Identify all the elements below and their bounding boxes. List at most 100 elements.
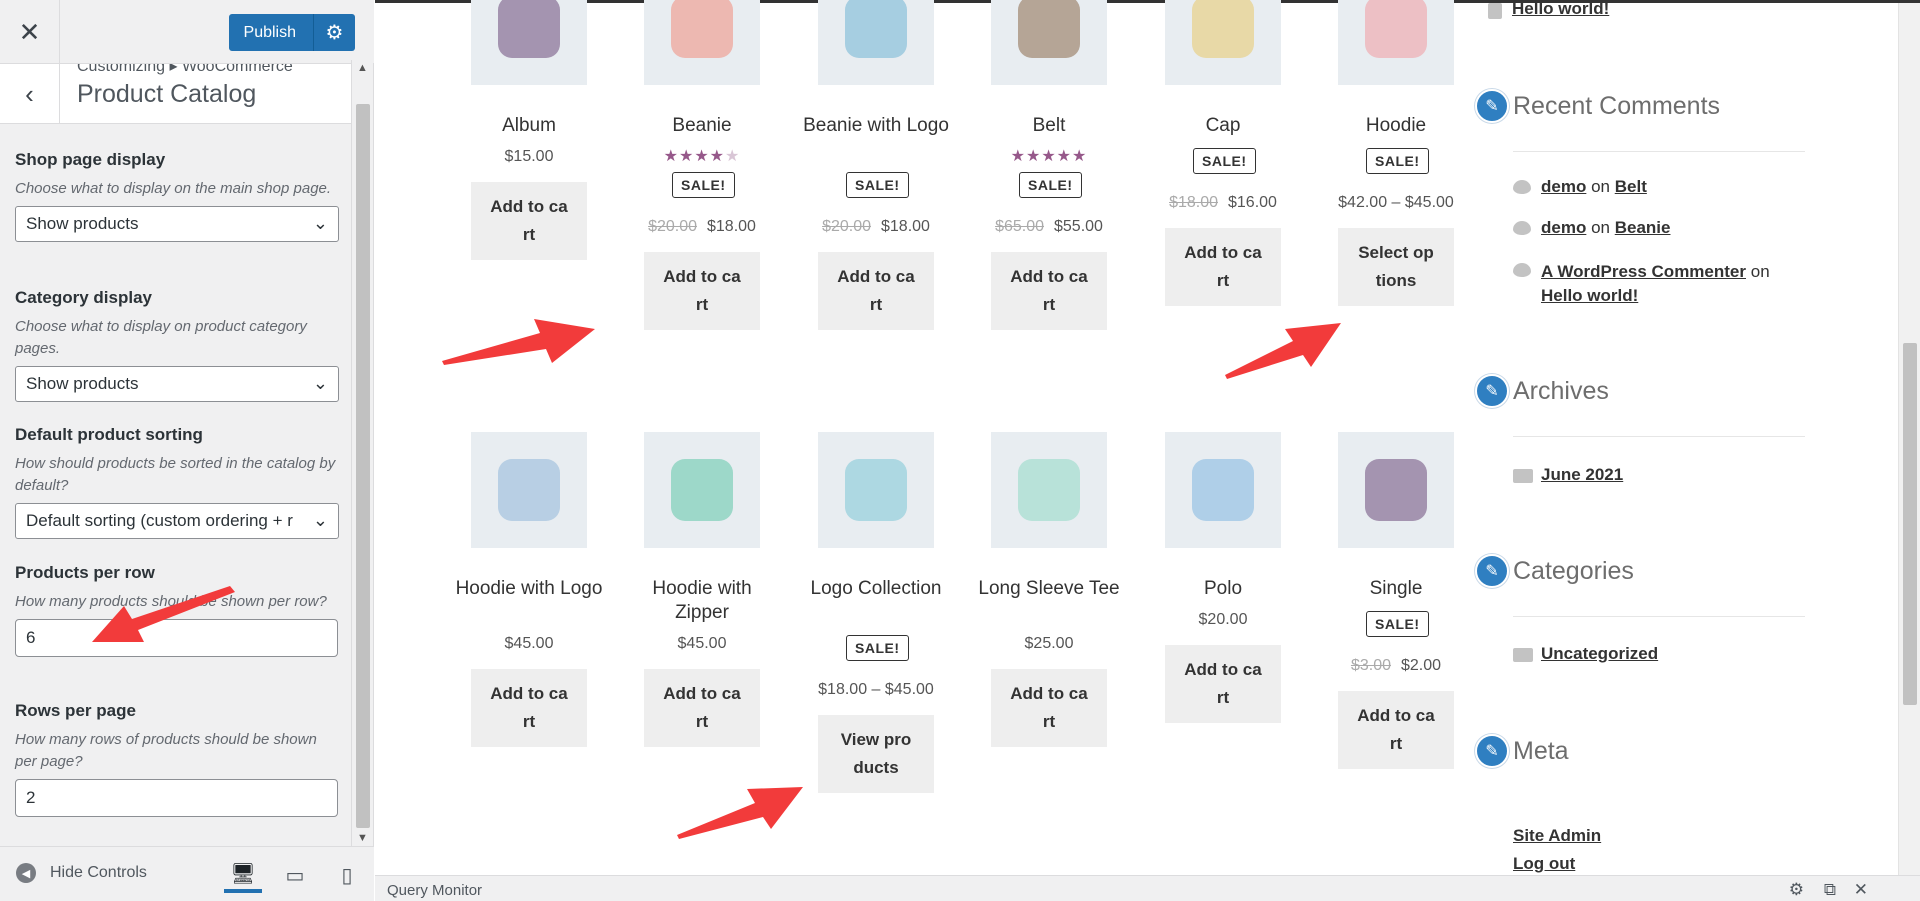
desktop-preview-icon[interactable]: 🖥	[224, 857, 262, 893]
tablet-preview-icon[interactable]: ▭	[276, 857, 314, 893]
product-image[interactable]	[644, 0, 760, 85]
product-action-button[interactable]: Add to cart	[644, 669, 760, 747]
recent-comment-item: demo on Beanie	[1541, 218, 1671, 237]
product-price: $42.00 – $45.00	[1338, 194, 1454, 211]
publish-button[interactable]: Publish	[228, 14, 313, 51]
control-rows-per-page: Rows per page How many rows of products …	[15, 701, 339, 817]
product-title[interactable]: Hoodie	[1321, 114, 1471, 138]
product-image[interactable]	[991, 0, 1107, 85]
product-price: $15.00	[504, 148, 554, 165]
category-link[interactable]: Uncategorized	[1541, 644, 1658, 664]
query-monitor-bar: Query Monitor ⚙ ⧉ ✕	[375, 875, 1920, 901]
product-image[interactable]	[1165, 432, 1281, 548]
product-title[interactable]: Logo Collection	[801, 577, 951, 601]
comment-author-link[interactable]: demo	[1541, 177, 1586, 196]
control-default-sorting: Default product sorting How should produ…	[15, 425, 339, 539]
control-description: How should products be sorted in the cat…	[15, 455, 336, 494]
pencil-icon: ✎	[1475, 374, 1509, 408]
control-label: Shop page display	[15, 150, 166, 169]
meta-link-log-out[interactable]: Log out	[1513, 854, 1575, 874]
product-image[interactable]	[644, 432, 760, 548]
product-action-button[interactable]: View products	[818, 715, 934, 793]
product-image[interactable]	[1338, 432, 1454, 548]
product-title[interactable]: Album	[454, 114, 604, 138]
annotation-arrow	[1225, 323, 1341, 379]
pencil-icon: ✎	[1475, 89, 1509, 123]
meta-link-site-admin[interactable]: Site Admin	[1513, 826, 1601, 846]
annotation-arrow	[92, 586, 235, 642]
recent-comment-item: A WordPress Commenter on Hello world!	[1541, 262, 1770, 305]
product-title[interactable]: Hoodie with Zipper	[627, 577, 777, 625]
product-image[interactable]	[1338, 0, 1454, 85]
gear-icon[interactable]: ⚙	[1789, 880, 1804, 900]
sidebar-scrollbar[interactable]: ▲ ▼	[351, 60, 373, 846]
document-icon	[1488, 3, 1502, 19]
product-price: $45.00	[504, 635, 554, 652]
comment-post-link[interactable]: Belt	[1615, 177, 1647, 196]
product-image[interactable]	[1165, 0, 1281, 85]
comment-post-link[interactable]: Beanie	[1615, 218, 1671, 237]
section-title-bar: ‹ Customizing ▸ WooCommerce Product Cata…	[0, 64, 352, 124]
product-price: $45.00	[677, 635, 727, 652]
query-monitor-label[interactable]: Query Monitor	[387, 882, 482, 899]
product-action-button[interactable]: Add to cart	[1165, 228, 1281, 306]
product-action-button[interactable]: Add to cart	[991, 252, 1107, 330]
folder-icon	[1513, 648, 1533, 662]
product-title[interactable]: Hoodie with Logo	[454, 577, 604, 601]
hide-controls-button[interactable]: ◀ Hide Controls	[16, 863, 147, 883]
control-category-display: Category display Choose what to display …	[15, 288, 339, 402]
product-title[interactable]: Beanie	[627, 114, 777, 138]
preview-scrollbar[interactable]	[1898, 3, 1920, 875]
publish-group: Publish ⚙	[228, 14, 355, 51]
product-title[interactable]: Beanie with Logo	[801, 114, 951, 138]
rows-per-page-input[interactable]: 2	[15, 779, 338, 817]
sale-badge: SALE!	[1019, 172, 1082, 198]
hide-controls-icon: ◀	[16, 863, 36, 883]
shop-display-select[interactable]: Show products ⌄	[15, 206, 339, 242]
divider	[1513, 151, 1805, 152]
close-icon[interactable]: ✕	[1854, 880, 1868, 900]
chevron-down-icon: ⌄	[312, 510, 328, 530]
product-title[interactable]: Long Sleeve Tee	[974, 577, 1124, 601]
close-icon[interactable]: ✕	[0, 0, 60, 64]
customizer-footer: ◀ Hide Controls 🖥 ▭ ▯	[0, 846, 374, 901]
widget-top-link[interactable]: Hello world!	[1488, 0, 1609, 19]
product-action-button[interactable]: Add to cart	[1165, 645, 1281, 723]
product-price: $25.00	[1024, 635, 1074, 652]
hide-controls-label: Hide Controls	[50, 864, 147, 881]
product-title[interactable]: Belt	[974, 114, 1124, 138]
gear-icon[interactable]: ⚙	[313, 14, 355, 51]
product-action-button[interactable]: Add to cart	[471, 669, 587, 747]
product-title[interactable]: Cap	[1148, 114, 1298, 138]
product-image[interactable]	[818, 432, 934, 548]
popout-icon[interactable]: ⧉	[1824, 880, 1836, 900]
rating-stars: ★★★★★	[663, 148, 741, 165]
product-action-button[interactable]: Add to cart	[1338, 691, 1454, 769]
scroll-down-icon[interactable]: ▼	[352, 832, 373, 844]
archive-link[interactable]: June 2021	[1541, 465, 1623, 485]
product-action-button[interactable]: Add to cart	[471, 182, 587, 260]
scroll-up-icon[interactable]: ▲	[352, 62, 373, 74]
scrollbar-thumb[interactable]	[1903, 343, 1917, 705]
mobile-preview-icon[interactable]: ▯	[328, 857, 366, 893]
product-title[interactable]: Polo	[1148, 577, 1298, 601]
product-image[interactable]	[991, 432, 1107, 548]
product-price: $20.00 $18.00	[648, 218, 756, 235]
product-image[interactable]	[471, 0, 587, 85]
product-image[interactable]	[818, 0, 934, 85]
product-action-button[interactable]: Add to cart	[818, 252, 934, 330]
product-action-button[interactable]: Add to cart	[644, 252, 760, 330]
sorting-select[interactable]: Default sorting (custom ordering + r ⌄	[15, 503, 339, 539]
product-action-button[interactable]: Select options	[1338, 228, 1454, 306]
comment-author-link[interactable]: A WordPress Commenter	[1541, 262, 1746, 281]
product-title[interactable]: Single	[1321, 577, 1471, 601]
scrollbar-thumb[interactable]	[356, 104, 370, 828]
product-action-button[interactable]: Add to cart	[991, 669, 1107, 747]
comment-author-link[interactable]: demo	[1541, 218, 1586, 237]
customizer-sidebar: ✕ Publish ⚙ ‹ Customizing ▸ WooCommerce …	[0, 0, 374, 901]
category-display-select[interactable]: Show products ⌄	[15, 366, 339, 402]
select-value: Show products	[26, 214, 139, 233]
comment-post-link[interactable]: Hello world!	[1541, 286, 1638, 305]
product-image[interactable]	[471, 432, 587, 548]
widget-title-archives: Archives	[1513, 377, 1609, 405]
